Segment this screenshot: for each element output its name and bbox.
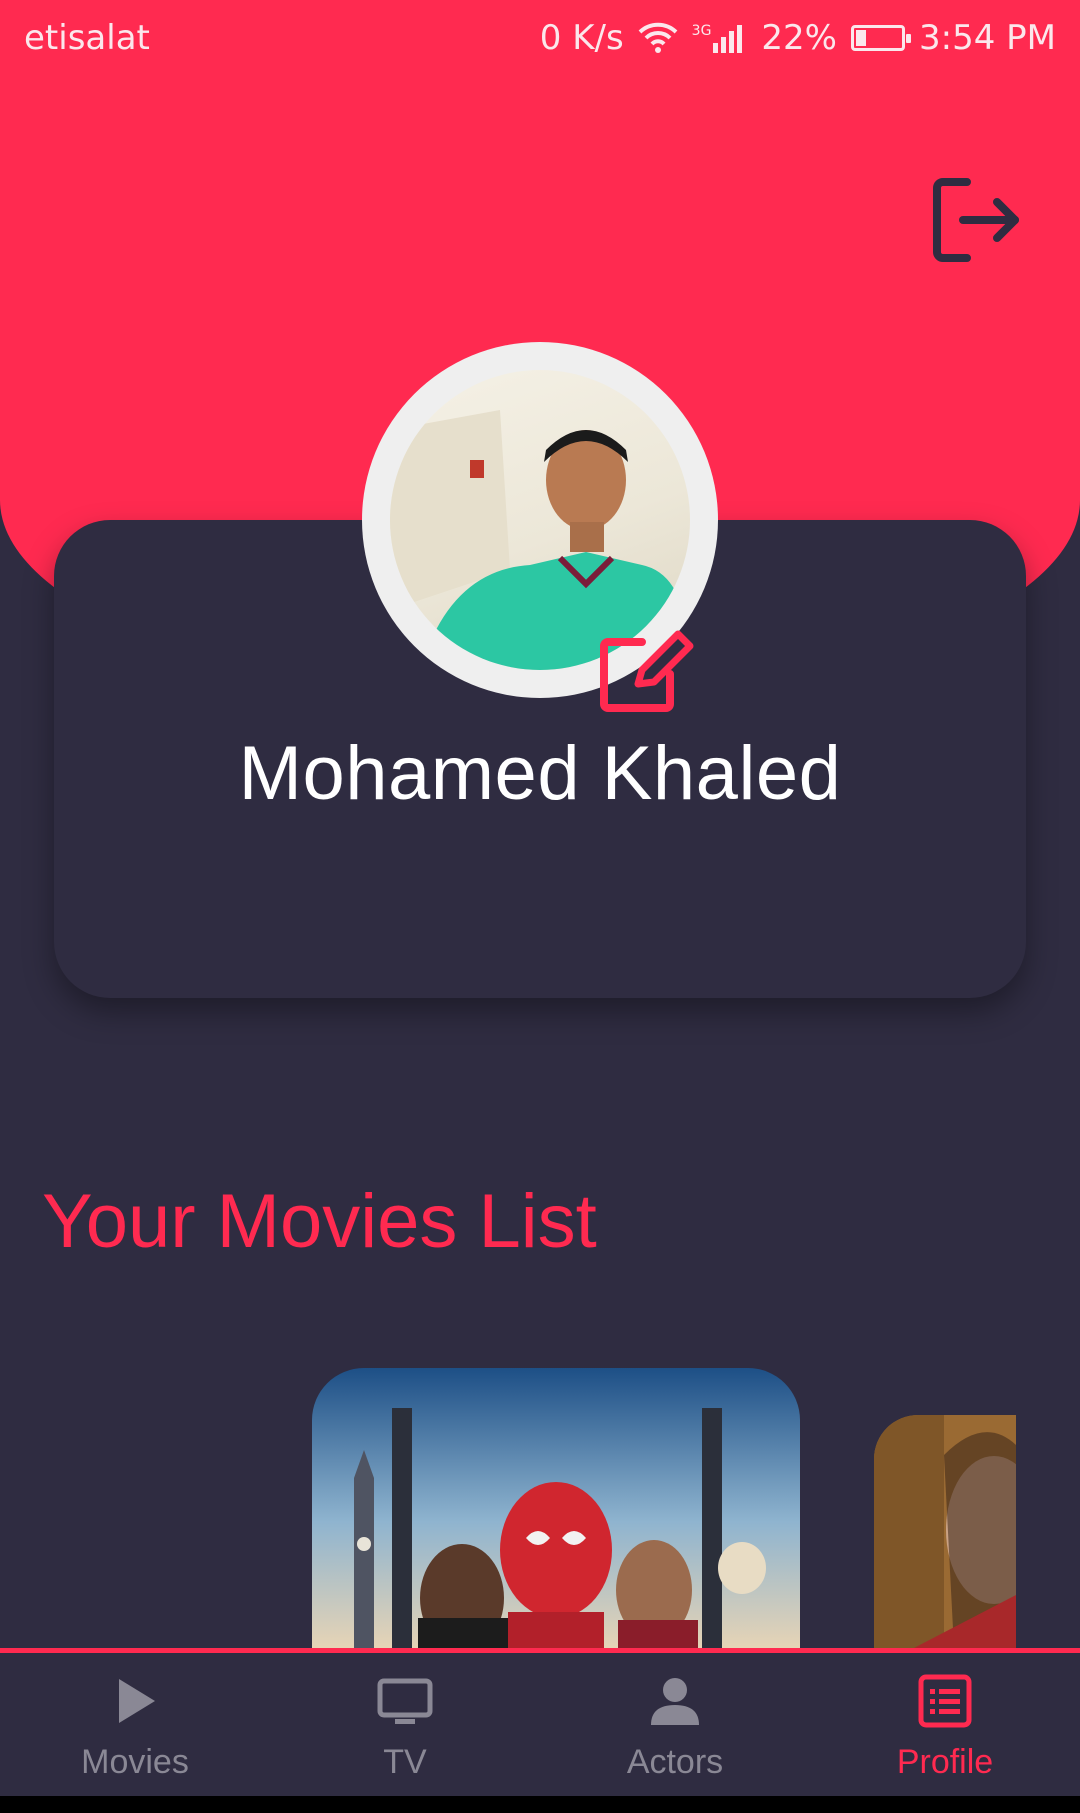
logout-button[interactable] bbox=[920, 165, 1030, 275]
nav-item-actors[interactable]: Actors bbox=[540, 1653, 810, 1796]
nav-label-tv: TV bbox=[383, 1743, 427, 1781]
battery-percent: 22% bbox=[761, 18, 837, 58]
clock: 3:54 PM bbox=[919, 18, 1056, 58]
tv-icon bbox=[377, 1678, 433, 1724]
section-title: Your Movies List bbox=[42, 1179, 597, 1264]
network-type: 3G bbox=[691, 23, 712, 39]
nav-item-tv[interactable]: TV bbox=[270, 1653, 540, 1796]
status-indicators: 0 K/s 3G 22% 3:54 PM bbox=[540, 18, 1056, 58]
signal-icon: 3G bbox=[692, 23, 748, 53]
avatar bbox=[390, 370, 690, 670]
list-icon bbox=[918, 1674, 972, 1728]
nav-label-actors: Actors bbox=[626, 1743, 724, 1781]
carrier-name: etisalat bbox=[24, 18, 150, 58]
movie-poster[interactable] bbox=[312, 1368, 800, 1648]
play-icon bbox=[119, 1679, 155, 1723]
battery-icon bbox=[851, 25, 911, 51]
status-bar: etisalat 0 K/s 3G 22% 3:54 PM bbox=[0, 0, 1080, 76]
logout-icon bbox=[933, 178, 1019, 262]
person-icon bbox=[651, 1678, 699, 1725]
nav-item-movies[interactable]: Movies bbox=[0, 1653, 270, 1796]
wifi-icon bbox=[638, 22, 678, 54]
nav-label-movies: Movies bbox=[81, 1743, 189, 1781]
nav-item-profile[interactable]: Profile bbox=[810, 1653, 1080, 1796]
edit-avatar-button[interactable] bbox=[594, 626, 698, 716]
nav-label-profile: Profile bbox=[896, 1743, 994, 1781]
movie-poster[interactable] bbox=[874, 1415, 1016, 1648]
edit-icon bbox=[600, 630, 694, 712]
system-nav-bar bbox=[0, 1796, 1080, 1813]
profile-name: Mohamed Khaled bbox=[238, 731, 842, 816]
network-speed: 0 K/s bbox=[539, 18, 624, 58]
bottom-navigation: Movies TV Actors Profile bbox=[0, 1648, 1080, 1796]
